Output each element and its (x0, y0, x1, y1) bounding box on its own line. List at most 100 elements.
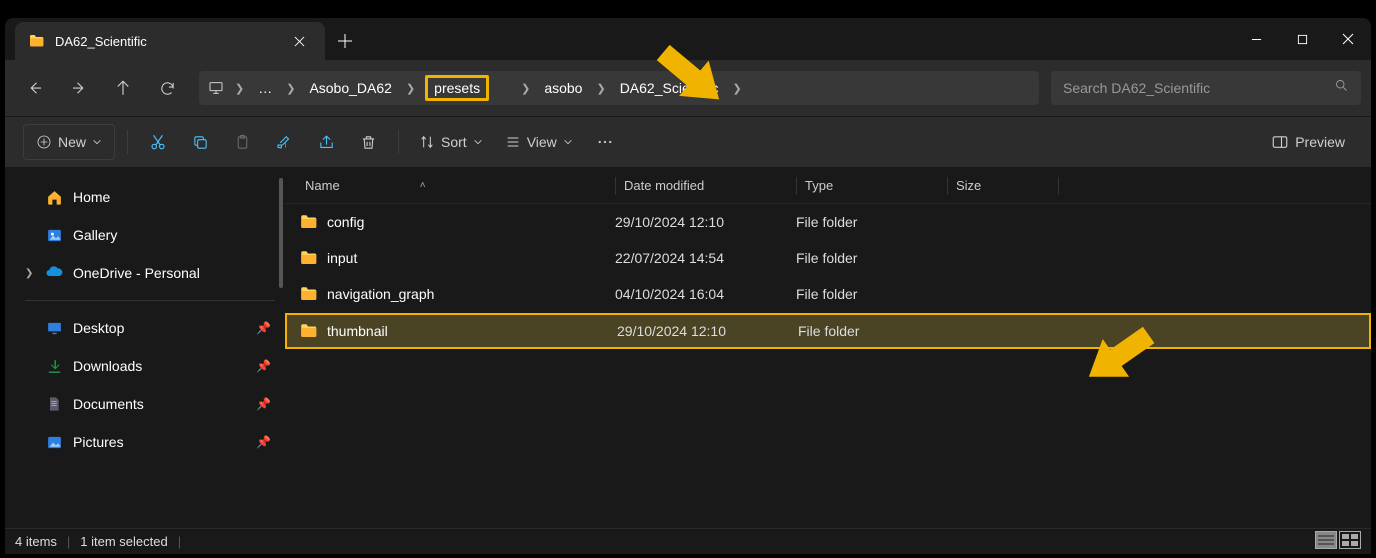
chevron-right-icon[interactable]: ❯ (402, 82, 419, 95)
chevron-right-icon[interactable]: ❯ (282, 82, 299, 95)
tab-close-button[interactable] (285, 27, 313, 55)
view-mode-toggles (1315, 531, 1361, 552)
title-bar: DA62_Scientific (5, 18, 1371, 60)
pin-icon: 📌 (256, 321, 271, 335)
new-tab-button[interactable] (325, 22, 365, 60)
sort-ascending-icon: ˄ (420, 180, 426, 191)
maximize-button[interactable] (1279, 18, 1325, 60)
column-headers: Name ˄ Date modified Type Size (285, 168, 1371, 204)
tab-current[interactable]: DA62_Scientific (15, 22, 325, 60)
file-date: 29/10/2024 12:10 (615, 214, 796, 230)
onedrive-icon (45, 264, 63, 282)
breadcrumb-ellipsis[interactable]: … (254, 76, 276, 100)
breadcrumb-segment[interactable]: asobo (540, 76, 586, 100)
status-bar: 4 items | 1 item selected | (5, 528, 1371, 554)
status-selected: 1 item selected (80, 534, 167, 549)
details-view-toggle[interactable] (1315, 531, 1337, 552)
column-header-label: Type (797, 178, 833, 193)
file-row[interactable]: navigation_graph 04/10/2024 16:04File fol… (285, 276, 1371, 312)
column-header-label: Name (305, 178, 340, 193)
minimize-button[interactable] (1233, 18, 1279, 60)
folder-icon (299, 249, 317, 267)
column-header-label: Date modified (616, 178, 704, 193)
file-explorer-window: DA62_Scientific ❯ … ❯ Asobo_DA62 ❯ prese… (5, 18, 1371, 554)
column-header-size[interactable]: Size (948, 178, 1058, 193)
close-button[interactable] (1325, 18, 1371, 60)
sidebar-item-home[interactable]: Home (19, 178, 281, 216)
file-list: Name ˄ Date modified Type Size config29/… (285, 168, 1371, 528)
window-controls (1233, 18, 1371, 60)
more-button[interactable] (587, 124, 623, 160)
delete-button[interactable] (350, 124, 386, 160)
column-header-date[interactable]: Date modified (616, 178, 796, 193)
file-row[interactable]: config29/10/2024 12:10File folder (285, 204, 1371, 240)
back-button[interactable] (15, 68, 55, 108)
nav-bar: ❯ … ❯ Asobo_DA62 ❯ presets ❯ asobo ❯ DA6… (5, 60, 1371, 116)
refresh-button[interactable] (147, 68, 187, 108)
folder-icon (299, 285, 317, 303)
folder-icon (27, 32, 45, 50)
sidebar-item-label: OneDrive - Personal (73, 265, 200, 281)
sidebar-item-pictures[interactable]: Pictures 📌 (19, 423, 281, 461)
column-header-name[interactable]: Name ˄ (285, 178, 615, 193)
desktop-icon (45, 319, 63, 337)
paste-button[interactable] (224, 124, 260, 160)
file-date: 04/10/2024 16:04 (615, 286, 796, 302)
breadcrumb-segment[interactable]: DA62_Scientific (616, 76, 723, 100)
separator (127, 130, 128, 154)
view-button[interactable]: View (497, 124, 581, 160)
chevron-right-icon[interactable]: ❯ (231, 82, 248, 95)
sidebar-item-label: Gallery (73, 227, 117, 243)
folder-icon (299, 213, 317, 231)
chevron-right-icon[interactable]: ❯ (729, 82, 746, 95)
copy-button[interactable] (182, 124, 218, 160)
file-rows: config29/10/2024 12:10File folderinput22… (285, 204, 1371, 528)
file-name: input (327, 250, 357, 266)
sidebar-item-onedrive[interactable]: ❯ OneDrive - Personal (19, 254, 281, 292)
sidebar-item-documents[interactable]: Documents 📌 (19, 385, 281, 423)
sidebar-item-label: Downloads (73, 358, 142, 374)
chevron-right-icon[interactable]: ❯ (592, 82, 609, 95)
new-button-label: New (58, 134, 86, 150)
separator (25, 300, 275, 301)
forward-button[interactable] (59, 68, 99, 108)
rename-button[interactable]: I (266, 124, 302, 160)
sidebar-item-gallery[interactable]: Gallery (19, 216, 281, 254)
preview-button-label: Preview (1295, 134, 1345, 150)
thumbnails-view-toggle[interactable] (1339, 531, 1361, 552)
file-row[interactable]: input22/07/2024 14:54File folder (285, 240, 1371, 276)
sort-button-label: Sort (441, 134, 467, 150)
file-type: File folder (796, 286, 947, 302)
new-button[interactable]: New (23, 124, 115, 160)
gallery-icon (45, 226, 63, 244)
address-bar[interactable]: ❯ … ❯ Asobo_DA62 ❯ presets ❯ asobo ❯ DA6… (199, 71, 1039, 105)
this-pc-icon (207, 79, 225, 97)
status-count: 4 items (15, 534, 57, 549)
sidebar-item-desktop[interactable]: Desktop 📌 (19, 309, 281, 347)
preview-button[interactable]: Preview (1263, 124, 1353, 160)
search-input[interactable]: Search DA62_Scientific (1051, 71, 1361, 105)
sidebar-scrollbar[interactable] (279, 178, 283, 288)
breadcrumb-segment[interactable]: Asobo_DA62 (305, 76, 396, 100)
pin-icon: 📌 (256, 397, 271, 411)
file-row[interactable]: thumbnail29/10/2024 12:10File folder (285, 313, 1371, 349)
search-icon (1334, 78, 1349, 98)
separator (398, 130, 399, 154)
file-date: 29/10/2024 12:10 (617, 323, 798, 339)
chevron-right-icon[interactable]: ❯ (517, 82, 534, 95)
breadcrumb-segment-highlighted[interactable]: presets (425, 75, 489, 101)
pictures-icon (45, 433, 63, 451)
chevron-right-icon[interactable]: ❯ (25, 268, 33, 279)
sidebar-item-downloads[interactable]: Downloads 📌 (19, 347, 281, 385)
sidebar-item-label: Home (73, 189, 110, 205)
file-type: File folder (798, 323, 949, 339)
separator: | (67, 534, 70, 549)
sidebar-item-label: Pictures (73, 434, 124, 450)
sort-button[interactable]: Sort (411, 124, 491, 160)
sidebar: Home Gallery ❯ OneDrive - Personal Deskt… (5, 168, 285, 528)
up-button[interactable] (103, 68, 143, 108)
column-header-type[interactable]: Type (797, 178, 947, 193)
cut-button[interactable] (140, 124, 176, 160)
file-name: navigation_graph (327, 286, 434, 302)
share-button[interactable] (308, 124, 344, 160)
